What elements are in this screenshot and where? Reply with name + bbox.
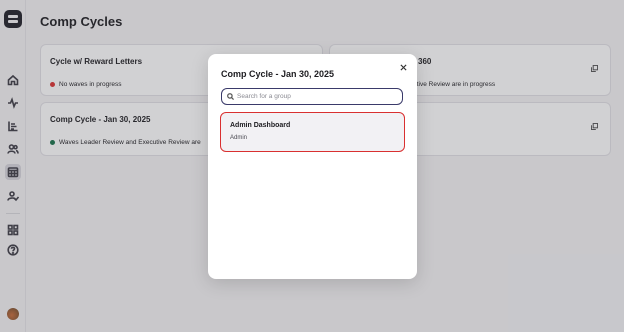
group-option-admin-dashboard[interactable]: Admin Dashboard Admin [220, 112, 405, 152]
close-icon [400, 64, 407, 71]
close-button[interactable] [399, 63, 408, 72]
search-field[interactable] [221, 88, 403, 105]
group-name: Admin Dashboard [230, 122, 291, 129]
modal-title: Comp Cycle - Jan 30, 2025 [221, 69, 335, 79]
group-role: Admin [230, 135, 248, 141]
search-input[interactable] [237, 93, 397, 100]
search-icon [227, 93, 234, 100]
select-group-modal: Comp Cycle - Jan 30, 2025 Admin Dashboar… [208, 54, 417, 279]
